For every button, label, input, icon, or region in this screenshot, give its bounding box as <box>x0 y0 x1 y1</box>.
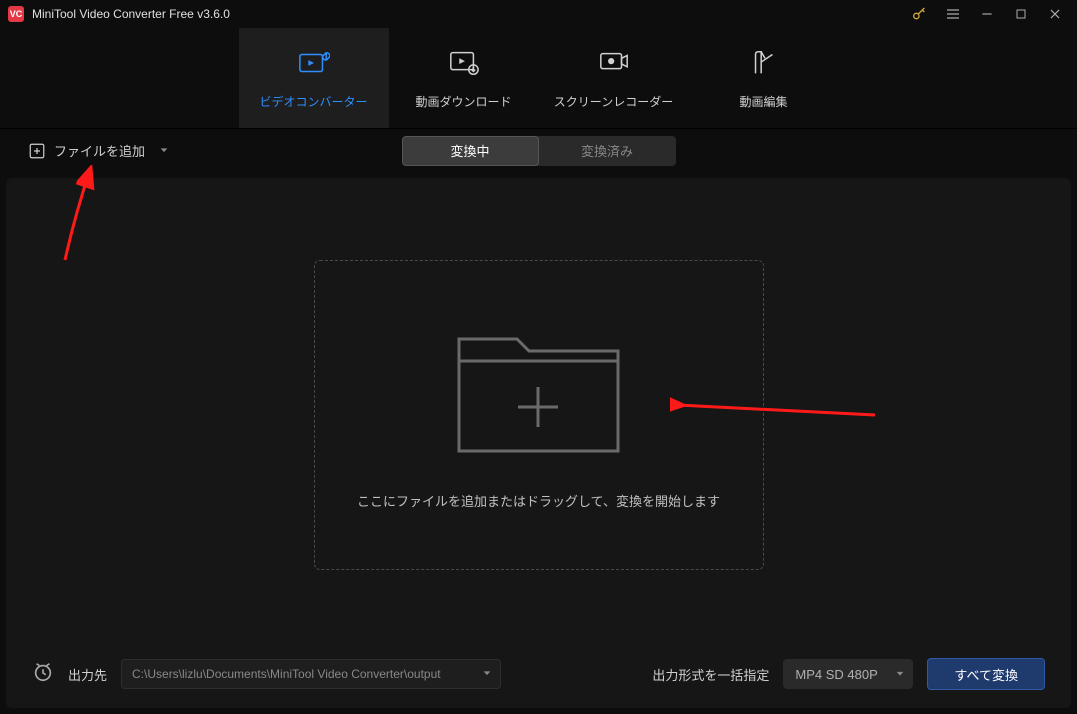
output-format-label: 出力形式を一括指定 <box>652 665 769 684</box>
download-icon <box>448 47 480 79</box>
clock-icon[interactable] <box>32 661 54 688</box>
add-files-button[interactable]: ファイルを追加 <box>28 141 169 160</box>
add-file-icon <box>28 142 46 160</box>
tab-label: ビデオコンバーター <box>259 93 367 110</box>
segment-converting[interactable]: 変換中 <box>402 136 539 166</box>
main-nav: ビデオコンバーター 動画ダウンロード スクリーンレコーダー <box>0 28 1077 128</box>
bottombar: 出力先 C:\Users\lizlu\Documents\MiniTool Vi… <box>6 640 1071 708</box>
dropzone[interactable]: ここにファイルを追加またはドラッグして、変換を開始します <box>314 260 764 570</box>
output-dest-label: 出力先 <box>68 665 107 684</box>
subbar: ファイルを追加 変換中 変換済み <box>0 128 1077 172</box>
recorder-icon <box>598 47 630 79</box>
app-logo: VC <box>8 6 24 22</box>
close-icon[interactable] <box>1047 6 1063 22</box>
titlebar: VC MiniTool Video Converter Free v3.6.0 <box>0 0 1077 28</box>
chevron-down-icon <box>895 667 905 682</box>
tab-label: 動画編集 <box>739 93 787 110</box>
dropzone-hint: ここにファイルを追加またはドラッグして、変換を開始します <box>357 491 720 510</box>
tab-screen-recorder[interactable]: スクリーンレコーダー <box>539 28 689 128</box>
key-icon[interactable] <box>911 6 927 22</box>
convert-all-button[interactable]: すべて変換 <box>927 658 1045 690</box>
tab-video-edit[interactable]: 動画編集 <box>689 28 839 128</box>
status-segmented: 変換中 変換済み <box>402 136 676 166</box>
app-title: MiniTool Video Converter Free v3.6.0 <box>32 7 230 21</box>
tab-video-download[interactable]: 動画ダウンロード <box>389 28 539 128</box>
output-path-select[interactable]: C:\Users\lizlu\Documents\MiniTool Video … <box>121 659 501 689</box>
chevron-down-icon <box>159 142 169 160</box>
edit-icon <box>748 47 780 79</box>
chevron-down-icon <box>482 667 492 681</box>
segment-converted[interactable]: 変換済み <box>539 136 676 166</box>
output-format-select[interactable]: MP4 SD 480P <box>783 659 913 689</box>
menu-icon[interactable] <box>945 6 961 22</box>
tab-label: スクリーンレコーダー <box>554 93 673 110</box>
add-files-label: ファイルを追加 <box>54 141 145 160</box>
converter-icon <box>298 47 330 79</box>
minimize-icon[interactable] <box>979 6 995 22</box>
tab-label: 動画ダウンロード <box>415 93 511 110</box>
content-area: ここにファイルを追加またはドラッグして、変換を開始します <box>6 178 1071 652</box>
tab-video-converter[interactable]: ビデオコンバーター <box>239 28 389 128</box>
folder-add-icon <box>451 321 626 461</box>
output-format-value: MP4 SD 480P <box>795 667 877 682</box>
maximize-icon[interactable] <box>1013 6 1029 22</box>
output-path-value: C:\Users\lizlu\Documents\MiniTool Video … <box>132 667 441 681</box>
